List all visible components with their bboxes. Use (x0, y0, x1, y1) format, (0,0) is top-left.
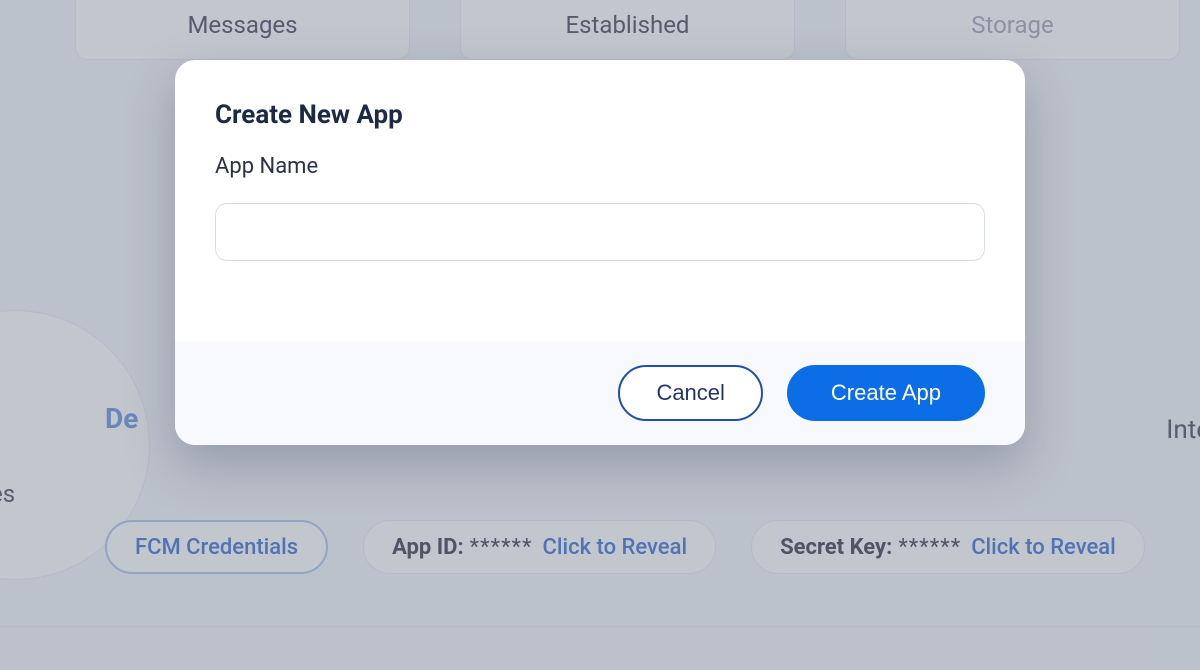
create-app-modal: Create New App App Name Cancel Create Ap… (175, 60, 1025, 445)
cancel-button[interactable]: Cancel (618, 365, 762, 421)
app-name-input[interactable] (215, 203, 985, 261)
modal-footer: Cancel Create App (175, 341, 1025, 445)
modal-body: Create New App App Name (175, 60, 1025, 341)
create-app-button[interactable]: Create App (787, 365, 985, 421)
button-label: Create App (831, 380, 941, 406)
button-label: Cancel (656, 380, 724, 406)
modal-title: Create New App (215, 100, 985, 130)
modal-overlay: Create New App App Name Cancel Create Ap… (0, 0, 1200, 670)
app-name-label: App Name (215, 154, 985, 179)
